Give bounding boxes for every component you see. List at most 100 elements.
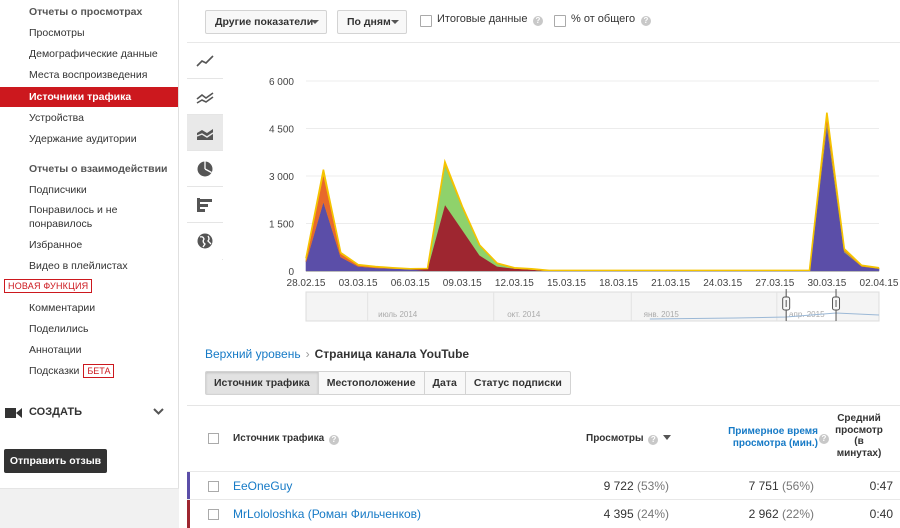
new-feature-badge: НОВАЯ ФУНКЦИЯ	[4, 279, 93, 293]
row-checkbox[interactable]	[208, 481, 219, 492]
column-header-views[interactable]: Просмотры ?	[586, 433, 672, 445]
metrics-dropdown[interactable]: Другие показатели	[205, 10, 327, 34]
caret-down-icon	[311, 20, 319, 24]
multi-line-chart-icon	[196, 92, 214, 104]
sidebar-footer	[0, 488, 179, 528]
row-views-pct: (53%)	[636, 479, 669, 493]
select-all-checkbox[interactable]	[208, 433, 219, 444]
sidebar-head-views-reports[interactable]: Отчеты о просмотрах	[0, 2, 178, 22]
table-row[interactable]: MrLololoshka (Роман Фильченков) 4 395 (2…	[187, 499, 900, 528]
x-axis-labels: 28.02.15 03.03.15 06.03.15 09.03.15 12.03.15…	[287, 271, 899, 289]
timeline-navigator[interactable]: июль 2014 окт. 2014 янв. 2015 апр. 2015	[305, 289, 880, 322]
column-header-avg-duration[interactable]: Средний просмотр (в минутах)	[833, 413, 885, 459]
tab-subscription-status[interactable]: Статус подписки	[465, 371, 571, 395]
period-dropdown[interactable]: По дням	[337, 10, 407, 34]
y-tick-label: 6 000	[269, 77, 294, 88]
column-header-watch-time[interactable]: Примерное время просмотра (мин.)	[713, 426, 818, 450]
breadcrumb-root-link[interactable]: Верхний уровень	[205, 347, 301, 361]
chevron-down-icon	[153, 408, 164, 415]
sidebar-item-favorites[interactable]: Избранное	[0, 235, 178, 255]
x-tick-label: 30.03.15	[807, 278, 846, 289]
row-watch-pct: (22%)	[781, 507, 814, 521]
sidebar-item-annotations[interactable]: Аннотации	[0, 340, 178, 360]
traffic-chart[interactable]: 0 1 500 3 000 4 500 6 000 28.02.15 03.03.15 06…	[224, 43, 900, 340]
percent-checkbox[interactable]	[554, 15, 566, 27]
sidebar-item-subscribers[interactable]: Подписчики	[0, 180, 178, 200]
row-source-link[interactable]: MrLololoshka (Роман Фильченков)	[233, 507, 421, 521]
chart-gridlines	[306, 80, 879, 272]
sidebar-item-playback-locations[interactable]: Места воспроизведения	[0, 65, 178, 85]
sidebar-head-engagement-reports[interactable]: Отчеты о взаимодействии	[0, 159, 178, 179]
multi-line-chart-button[interactable]	[187, 79, 223, 115]
column-header-source[interactable]: Источник трафика ?	[233, 433, 339, 445]
row-checkbox[interactable]	[208, 509, 219, 520]
row-views-value: 9 722	[603, 479, 634, 493]
y-tick-label: 0	[288, 267, 294, 278]
stacked-area-chart-icon	[196, 129, 214, 140]
chart-toolbar: Другие показатели По дням Итоговые данны…	[187, 0, 900, 43]
tab-date[interactable]: Дата	[424, 371, 466, 395]
sidebar-item-playlist-videos[interactable]: Видео в плейлистах	[0, 256, 178, 276]
sidebar-item-likes-dislikes[interactable]: Понравилось и не понравилось	[0, 203, 150, 233]
sidebar-item-cards[interactable]: Подсказки БЕТА	[0, 361, 178, 381]
sidebar-item-audience-retention[interactable]: Удержание аудитории	[0, 129, 178, 149]
help-icon[interactable]: ?	[533, 16, 543, 26]
x-tick-label: 18.03.15	[599, 278, 638, 289]
sidebar-item-shares[interactable]: Поделились	[0, 319, 178, 339]
x-tick-label: 27.03.15	[755, 278, 794, 289]
row-watch-time: 2 962 (22%)	[749, 507, 814, 521]
create-menu[interactable]: СОЗДАТЬ	[0, 402, 178, 424]
row-watch-pct: (56%)	[781, 479, 814, 493]
table-row[interactable]: EeOneGuy 9 722 (53%) 7 751 (56%) 0:47	[187, 471, 900, 500]
create-label: СОЗДАТЬ	[29, 406, 82, 418]
series-area-0	[305, 125, 880, 272]
sidebar-item-traffic-sources[interactable]: Источники трафика	[0, 87, 178, 107]
sort-desc-icon	[663, 435, 672, 440]
row-source-link[interactable]: EeOneGuy	[233, 479, 292, 493]
tab-traffic-source[interactable]: Источник трафика	[205, 371, 319, 395]
sidebar: Отчеты о просмотрах Просмотры Демографич…	[0, 0, 179, 528]
map-button[interactable]	[187, 223, 223, 259]
sidebar-item-comments[interactable]: Комментарии	[0, 298, 178, 318]
tab-location[interactable]: Местоположение	[318, 371, 425, 395]
chart-areas	[305, 112, 880, 272]
pie-chart-button[interactable]	[187, 151, 223, 187]
period-dropdown-label: По дням	[347, 16, 391, 28]
help-icon[interactable]: ?	[328, 435, 339, 445]
send-feedback-button[interactable]: Отправить отзыв	[4, 449, 107, 473]
sidebar-item-views[interactable]: Просмотры	[0, 23, 178, 43]
series-area-1	[305, 125, 880, 272]
globe-icon	[197, 233, 213, 249]
x-tick-label: 09.03.15	[443, 278, 482, 289]
pie-chart-icon	[197, 161, 213, 177]
row-series-color	[187, 472, 190, 500]
sidebar-item-demographics[interactable]: Демографические данные	[0, 44, 178, 64]
percent-checkbox-label: % от общего	[571, 13, 636, 25]
row-watch-time: 7 751 (56%)	[749, 479, 814, 493]
beta-badge: БЕТА	[83, 364, 115, 379]
row-watch-value: 7 751	[748, 479, 779, 493]
x-tick-label: 28.02.15	[287, 278, 326, 289]
column-header-views-label: Просмотры	[586, 433, 644, 444]
stacked-area-chart-button[interactable]	[187, 115, 223, 151]
help-icon[interactable]: ?	[641, 16, 651, 26]
video-camera-icon	[5, 408, 22, 418]
x-tick-label: 21.03.15	[651, 278, 690, 289]
row-views-value: 4 395	[603, 507, 634, 521]
line-chart-button[interactable]	[187, 43, 223, 79]
column-header-watch-time-label: Примерное время просмотра (мин.)	[728, 426, 818, 449]
x-tick-label: 24.03.15	[703, 278, 742, 289]
bar-chart-button[interactable]	[187, 187, 223, 223]
line-chart-icon	[196, 55, 214, 67]
navigator-label: июль 2014	[378, 310, 418, 319]
row-avg-duration: 0:40	[869, 507, 893, 521]
breadcrumb-separator: ›	[305, 347, 310, 361]
y-tick-label: 1 500	[269, 220, 294, 231]
totals-checkbox[interactable]	[420, 15, 432, 27]
sidebar-item-devices[interactable]: Устройства	[0, 108, 178, 128]
help-icon[interactable]: ?	[648, 435, 659, 445]
help-icon[interactable]: ?	[819, 434, 829, 444]
totals-checkbox-label: Итоговые данные	[437, 13, 528, 25]
series-top-line	[305, 112, 880, 272]
row-views: 4 395 (24%)	[604, 507, 669, 521]
